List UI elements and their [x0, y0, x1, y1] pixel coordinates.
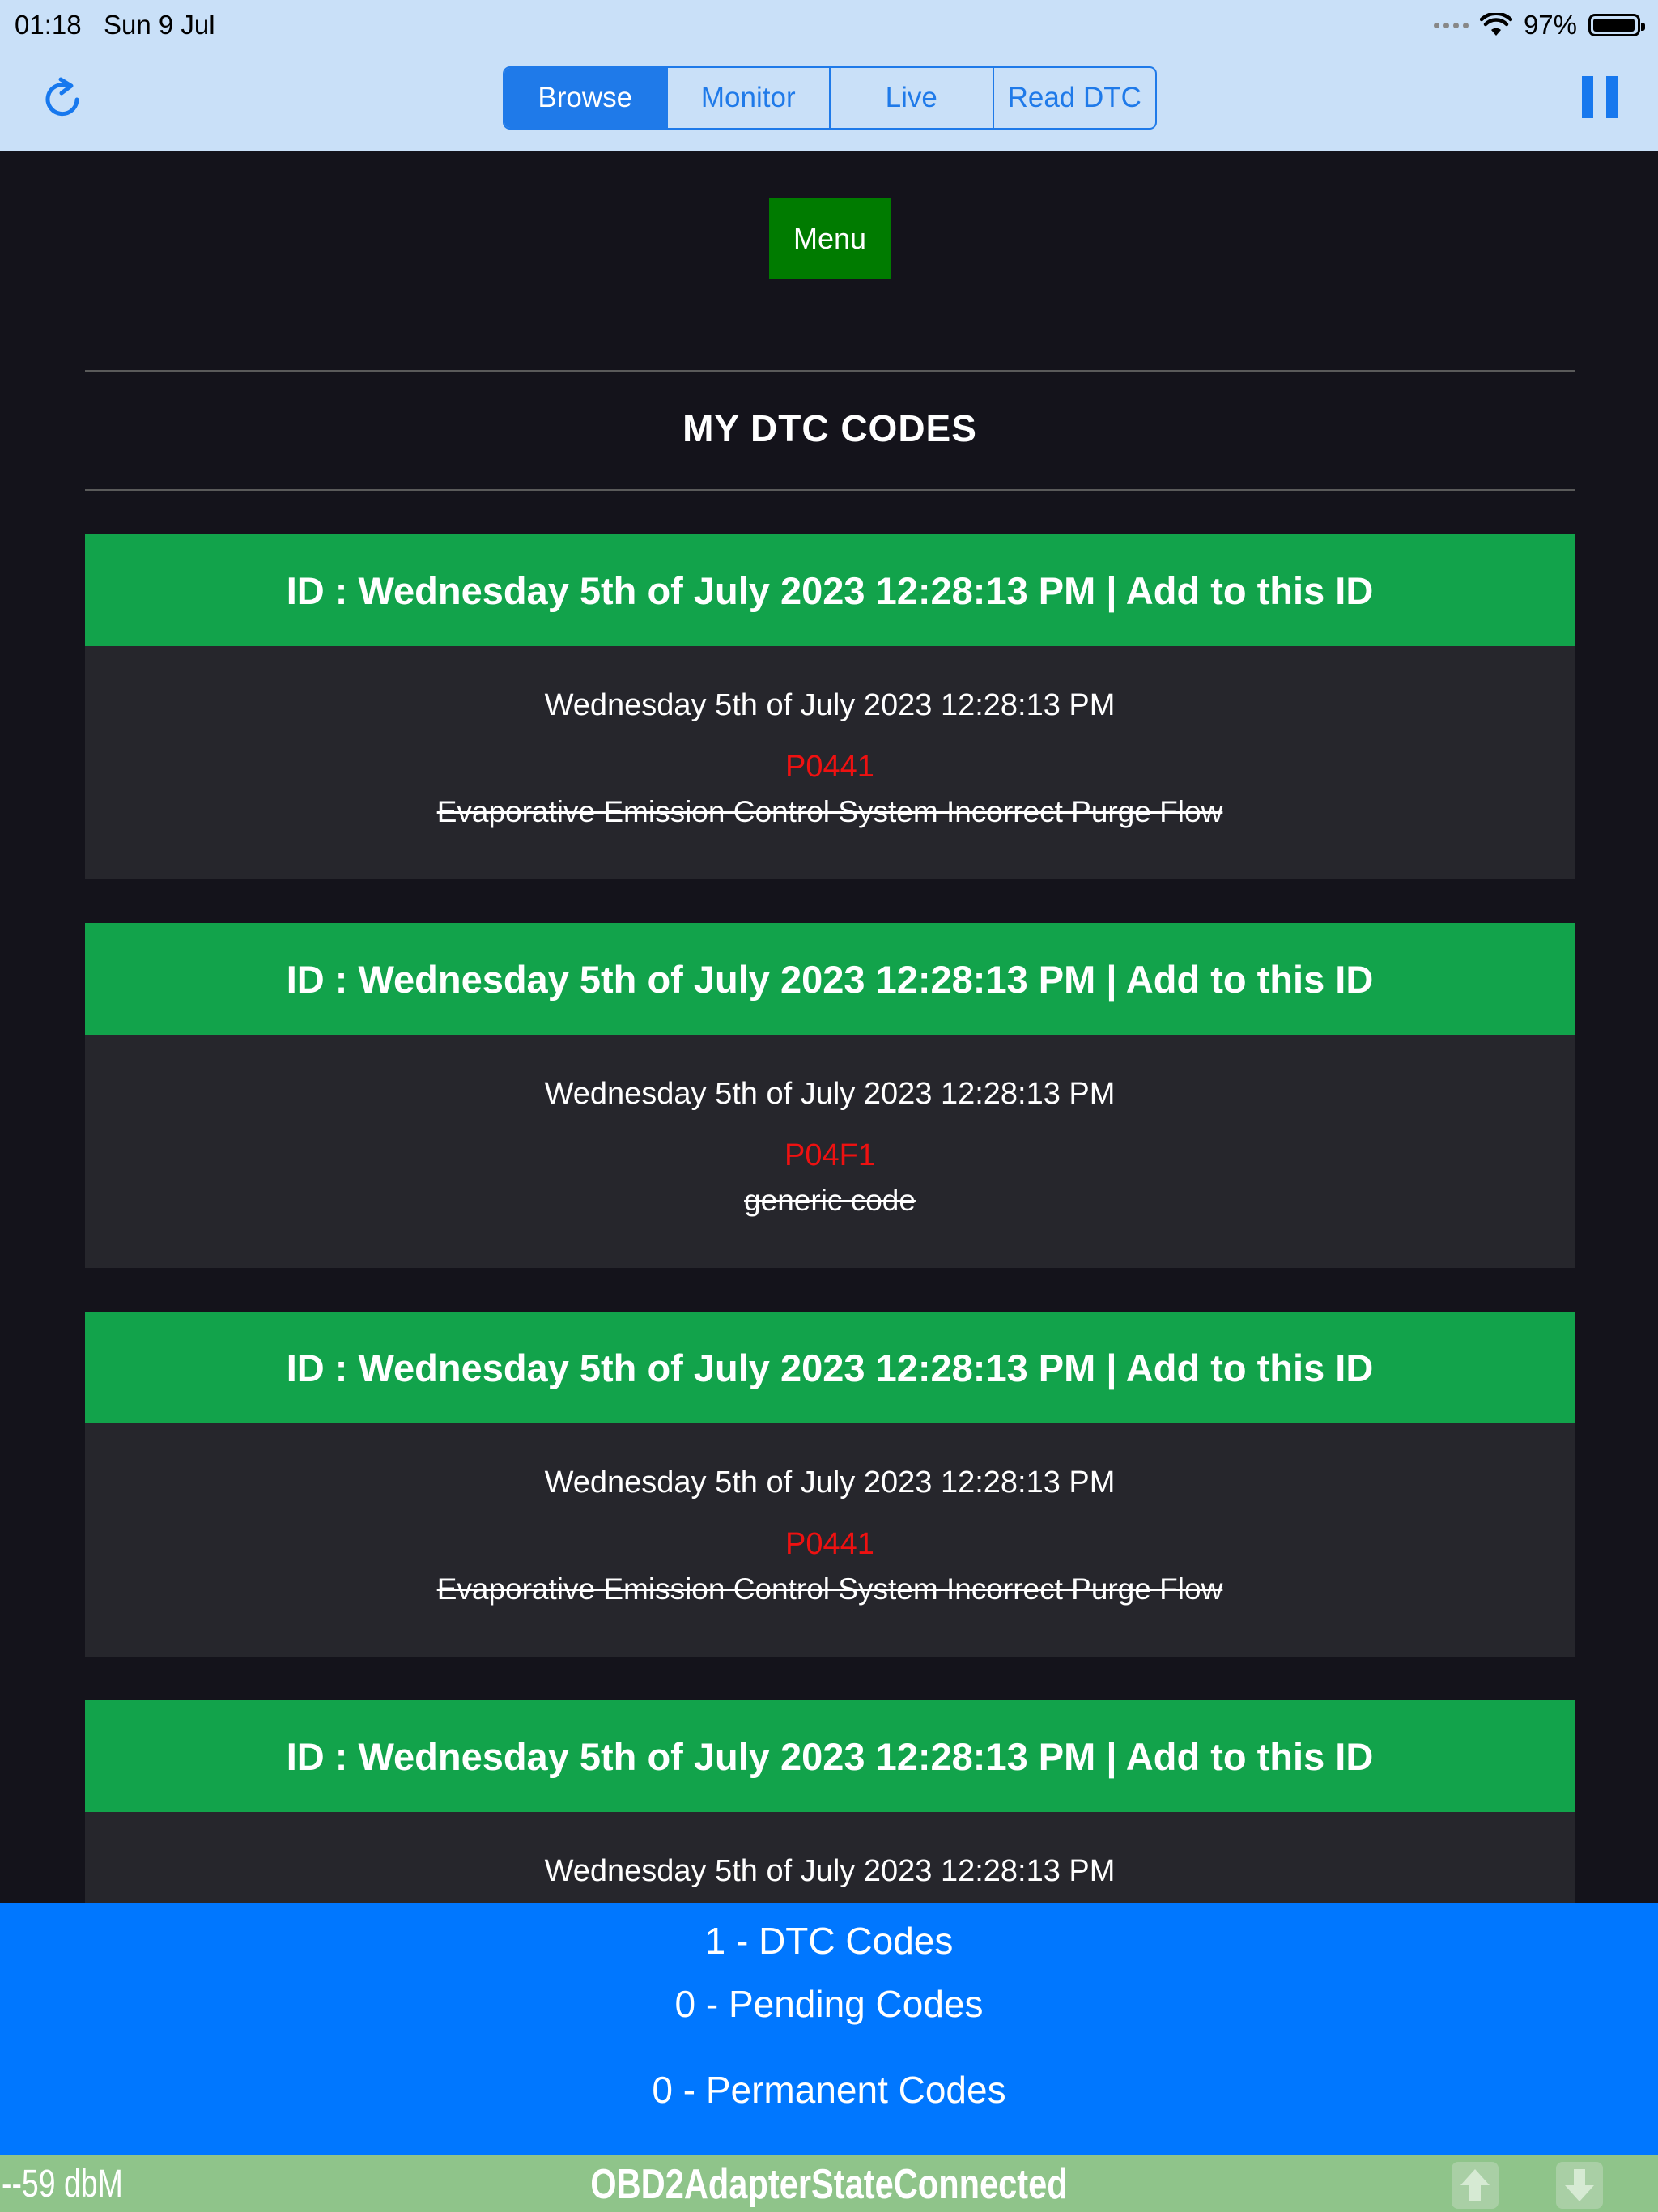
pause-icon[interactable]: [1582, 76, 1618, 118]
arrow-down-icon: [1565, 2169, 1594, 2201]
wifi-icon: [1479, 13, 1512, 36]
status-time: 01:18: [15, 10, 82, 40]
segment-browse[interactable]: Browse: [504, 68, 666, 128]
card-id-header[interactable]: ID : Wednesday 5th of July 2023 12:28:13…: [85, 1312, 1575, 1423]
scroll-down-button[interactable]: [1556, 2162, 1603, 2209]
battery-icon: [1588, 14, 1645, 36]
adapter-state: OBD2AdapterStateConnected: [590, 2161, 1068, 2208]
card-body: Wednesday 5th of July 2023 12:28:13 PM P…: [85, 646, 1575, 879]
card-date: Wednesday 5th of July 2023 12:28:13 PM: [544, 1077, 1116, 1111]
dtc-code: P04F1: [784, 1138, 875, 1172]
signal-strength: --59 dbM: [2, 2163, 123, 2206]
signal-dots-icon: [1433, 22, 1469, 28]
segment-live[interactable]: Live: [829, 68, 993, 128]
status-right: 97%: [1433, 10, 1645, 40]
card-id-header[interactable]: ID : Wednesday 5th of July 2023 12:28:13…: [85, 1700, 1575, 1812]
top-bar: 01:18 Sun 9 Jul 97% Browse Monitor Live …: [0, 0, 1658, 151]
status-bar: 01:18 Sun 9 Jul 97%: [0, 6, 1658, 42]
card-id-header[interactable]: ID : Wednesday 5th of July 2023 12:28:13…: [85, 534, 1575, 646]
divider-top: [85, 370, 1575, 372]
card-id-header[interactable]: ID : Wednesday 5th of July 2023 12:28:13…: [85, 923, 1575, 1035]
card-body: Wednesday 5th of July 2023 12:28:13 PM P…: [85, 1423, 1575, 1657]
segment-read-dtc[interactable]: Read DTC: [992, 68, 1156, 128]
page-title: MY DTC CODES: [682, 407, 977, 449]
divider-bottom: [85, 489, 1575, 491]
menu-button[interactable]: Menu: [769, 198, 891, 279]
dtc-description: Evaporative Emission Control System Inco…: [436, 795, 1223, 828]
card-date: Wednesday 5th of July 2023 12:28:13 PM: [544, 688, 1116, 722]
card-date: Wednesday 5th of July 2023 12:28:13 PM: [544, 1465, 1116, 1499]
permanent-count: 0 - Permanent Codes: [652, 2069, 1006, 2111]
dtc-description: generic code: [744, 1184, 916, 1217]
card-date: Wednesday 5th of July 2023 12:28:13 PM: [544, 1854, 1116, 1888]
dtc-card: ID : Wednesday 5th of July 2023 12:28:13…: [85, 534, 1575, 879]
dtc-card: ID : Wednesday 5th of July 2023 12:28:13…: [85, 923, 1575, 1268]
battery-percent: 97%: [1523, 10, 1577, 40]
dtc-count: 1 - DTC Codes: [704, 1920, 954, 1962]
dtc-card: ID : Wednesday 5th of July 2023 12:28:13…: [85, 1312, 1575, 1657]
dtc-code: P0441: [785, 1527, 874, 1561]
segment-monitor[interactable]: Monitor: [665, 68, 830, 128]
pending-count: 0 - Pending Codes: [674, 1983, 984, 2025]
dtc-description: Evaporative Emission Control System Inco…: [436, 1572, 1223, 1606]
refresh-icon[interactable]: [39, 74, 87, 123]
status-date: Sun 9 Jul: [104, 10, 215, 40]
view-segmented-control: Browse Monitor Live Read DTC: [503, 66, 1157, 130]
arrow-up-icon: [1460, 2169, 1490, 2201]
scroll-up-button[interactable]: [1452, 2162, 1499, 2209]
code-summary-panel: 1 - DTC Codes 0 - Pending Codes 0 - Perm…: [0, 1903, 1658, 2155]
dtc-code: P0441: [785, 750, 874, 784]
card-body: Wednesday 5th of July 2023 12:28:13 PM P…: [85, 1035, 1575, 1268]
adapter-status-bar: --59 dbM OBD2AdapterStateConnected: [0, 2155, 1658, 2212]
